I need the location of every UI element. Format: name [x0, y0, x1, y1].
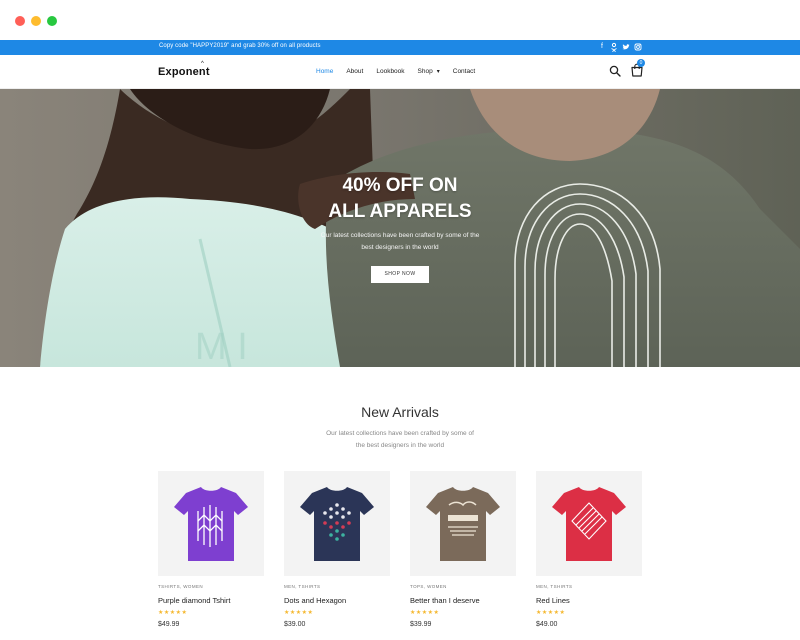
- product-price: $39.99: [410, 621, 432, 628]
- section-title: New Arrivals: [361, 404, 439, 420]
- product-image[interactable]: [410, 471, 516, 576]
- nav-menu: Home About Lookbook Shop ▾ Contact: [316, 68, 488, 75]
- product-rating: ★★★★★: [158, 610, 188, 616]
- product-rating: ★★★★★: [410, 610, 440, 616]
- product-rating: ★★★★★: [536, 610, 566, 616]
- promo-text: Copy code "HAPPY2019" and grab 30% off o…: [159, 43, 321, 49]
- minimize-window-button[interactable]: [31, 16, 41, 26]
- product-category[interactable]: TSHIRTS, WOMEN: [158, 584, 264, 589]
- browser-window: Copy code "HAPPY2019" and grab 30% off o…: [0, 0, 800, 640]
- product-name[interactable]: Purple diamond Tshirt: [158, 596, 264, 605]
- product-image[interactable]: [536, 471, 642, 576]
- nav-item-label: Home: [316, 68, 334, 75]
- section-subtitle: Our latest collections have been crafted…: [300, 428, 500, 452]
- nav-item-label: About: [346, 68, 364, 75]
- product-card[interactable]: MEN, TSHIRTS Red Lines ★★★★★ $49.00: [536, 471, 642, 628]
- promo-bar: Copy code "HAPPY2019" and grab 30% off o…: [0, 40, 800, 55]
- product-image[interactable]: [284, 471, 390, 576]
- nav-item-about[interactable]: About: [346, 68, 363, 75]
- section-subtitle-line: the best designers in the world: [355, 442, 445, 449]
- nav-item-lookbook[interactable]: Lookbook: [376, 68, 404, 75]
- search-icon[interactable]: [609, 65, 621, 77]
- product-price: $49.99: [158, 621, 180, 628]
- hero-subtitle-line: best designers in the world: [361, 244, 439, 251]
- vk-icon[interactable]: [610, 42, 618, 53]
- twitter-icon[interactable]: [622, 42, 630, 52]
- product-card[interactable]: TSHIRTS, WOMEN Purple diamond Tshirt ★★★…: [158, 471, 264, 628]
- hero-subtitle: Our latest collections have been crafted…: [300, 230, 500, 254]
- hero-title-line: ALL APPARELS: [328, 201, 472, 222]
- hero-content: 40% OFF ON ALL APPARELS Our latest colle…: [0, 89, 800, 367]
- product-category[interactable]: TOPS, WOMEN: [410, 584, 516, 589]
- product-price: $49.00: [536, 621, 558, 628]
- site-logo[interactable]: Exponent: [158, 66, 210, 78]
- hero-title-line: 40% OFF ON: [342, 175, 458, 196]
- title-bar: [0, 0, 800, 40]
- product-price: $39.00: [284, 621, 306, 628]
- product-name[interactable]: Red Lines: [536, 596, 642, 605]
- product-name[interactable]: Dots and Hexagon: [284, 596, 390, 605]
- main-navigation: Exponent ^ Home About Lookbook Shop ▾ Con…: [0, 55, 800, 89]
- product-name[interactable]: Better than I deserve: [410, 596, 516, 605]
- maximize-window-button[interactable]: [47, 16, 57, 26]
- cart-count-badge: 0: [637, 59, 645, 67]
- instagram-icon[interactable]: [634, 42, 642, 52]
- nav-item-contact[interactable]: Contact: [453, 68, 475, 75]
- nav-item-label: Shop: [417, 68, 433, 75]
- close-window-button[interactable]: [15, 16, 25, 26]
- hero-banner: M I 40% OFF ON ALL APPARELS Our latest c…: [0, 89, 800, 367]
- nav-item-shop[interactable]: Shop ▾: [418, 68, 440, 75]
- section-subtitle-line: Our latest collections have been crafted…: [326, 430, 474, 437]
- chevron-down-icon: ▾: [436, 69, 440, 75]
- hero-title: 40% OFF ON ALL APPARELS: [250, 173, 550, 225]
- product-card[interactable]: TOPS, WOMEN Better than I deserve ★★★★★ …: [410, 471, 516, 628]
- nav-item-home[interactable]: Home: [316, 68, 333, 75]
- shop-now-button[interactable]: SHOP NOW: [371, 266, 429, 283]
- nav-item-label: Contact: [452, 68, 476, 75]
- product-rating: ★★★★★: [284, 610, 314, 616]
- product-card[interactable]: MEN, TSHIRTS Dots and Hexagon ★★★★★ $39.…: [284, 471, 390, 628]
- logo-mark-icon: ^: [201, 61, 204, 67]
- nav-item-label: Lookbook: [376, 68, 405, 75]
- hero-subtitle-line: Our latest collections have been crafted…: [320, 232, 480, 239]
- facebook-icon[interactable]: f: [598, 42, 606, 52]
- social-links: f: [598, 42, 642, 53]
- product-category[interactable]: MEN, TSHIRTS: [536, 584, 642, 589]
- product-category[interactable]: MEN, TSHIRTS: [284, 584, 390, 589]
- product-image[interactable]: [158, 471, 264, 576]
